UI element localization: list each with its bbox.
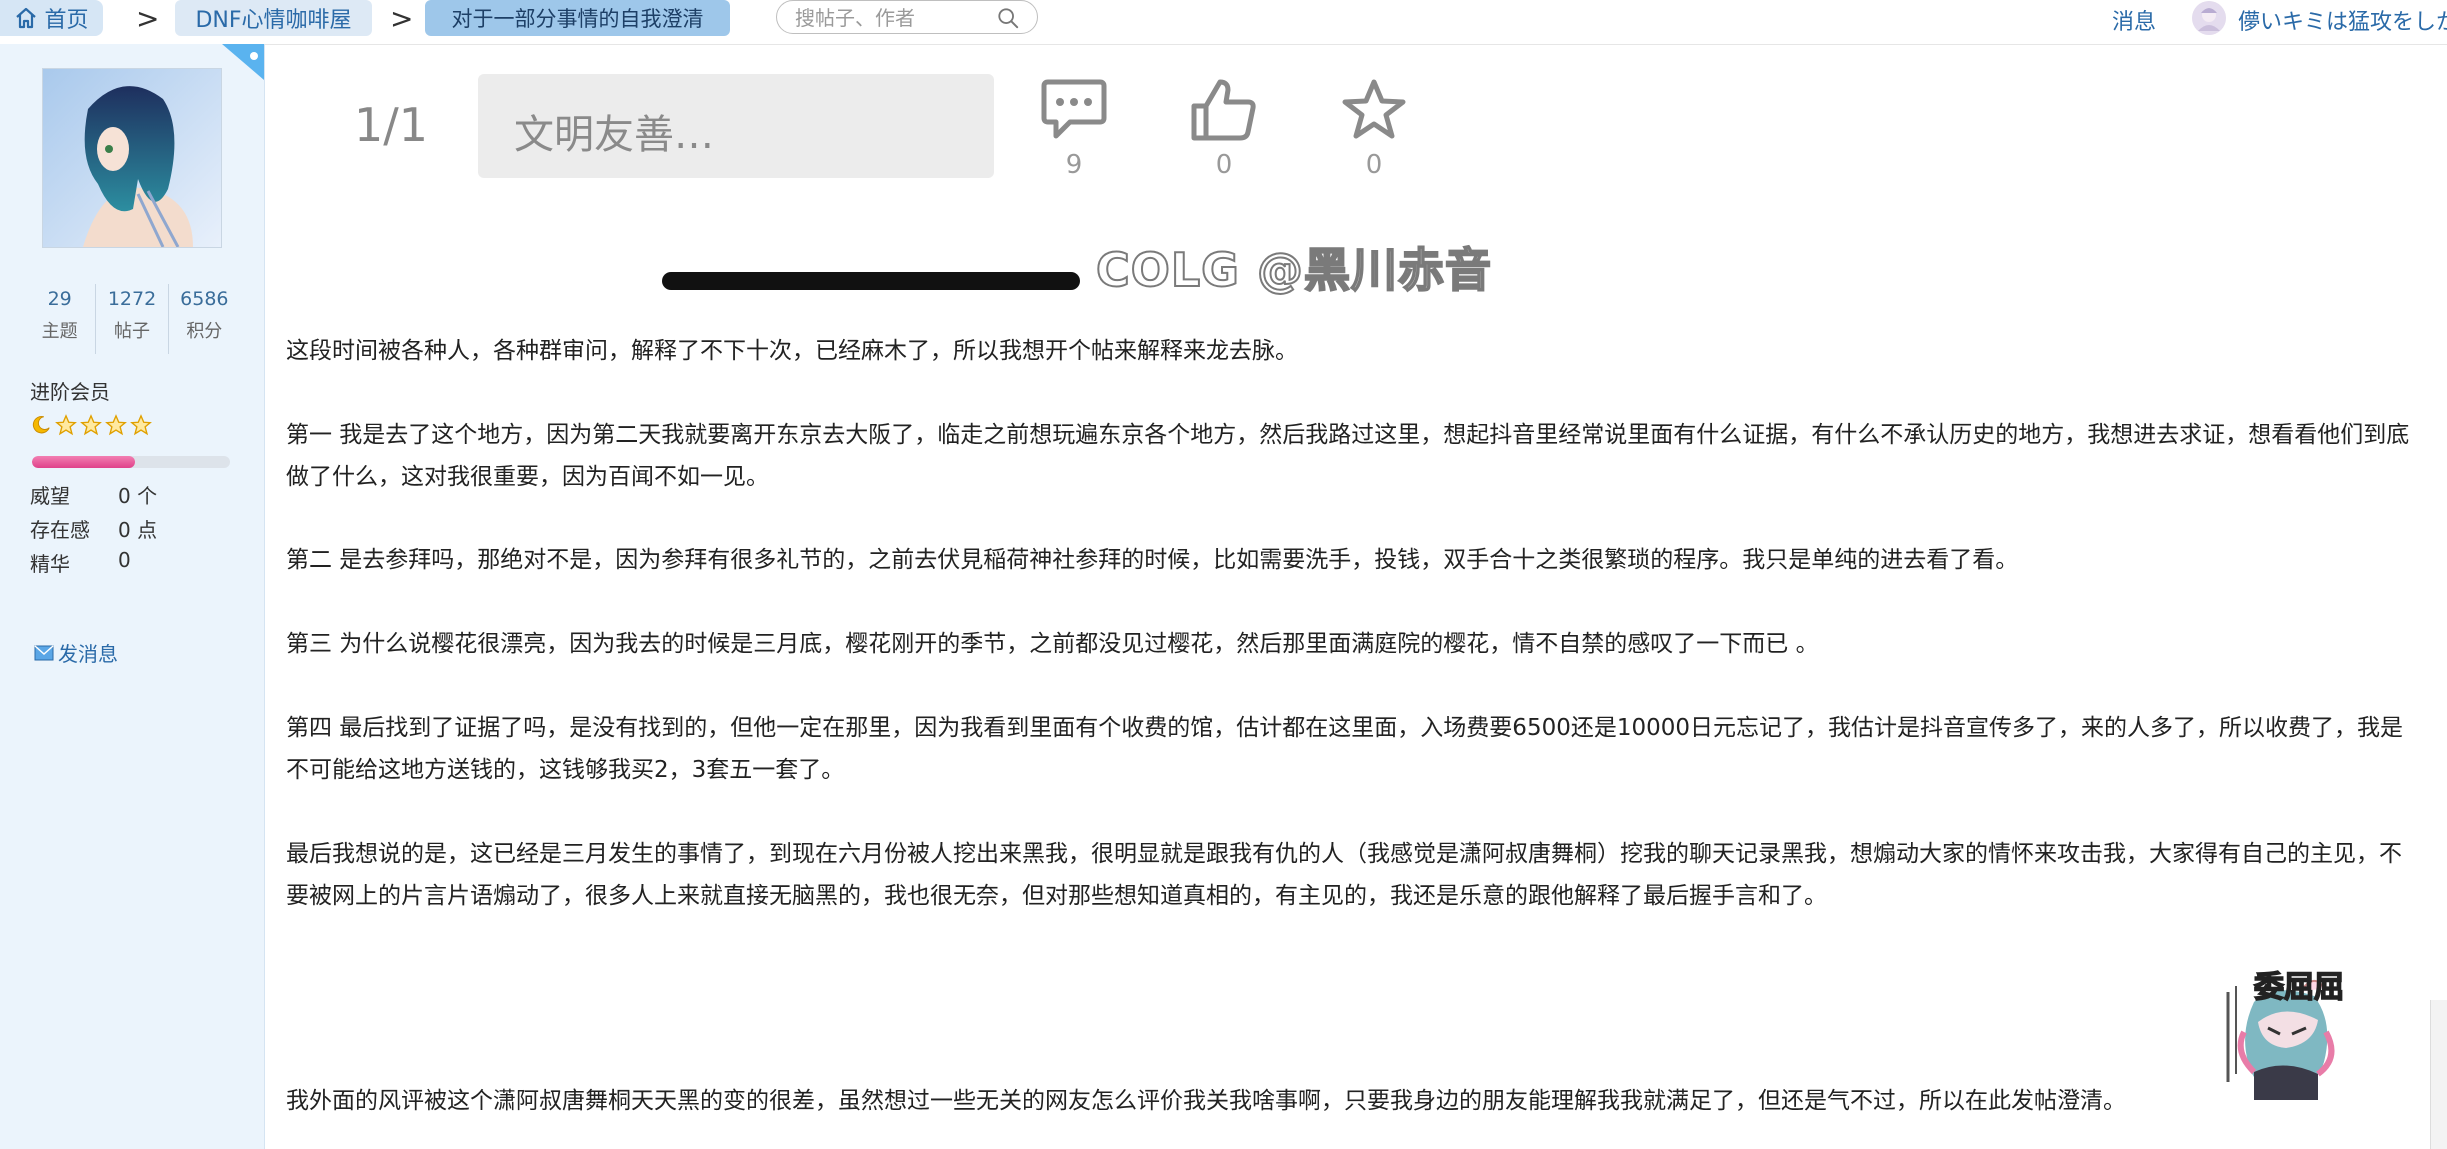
star-icon <box>55 414 77 436</box>
stat-threads[interactable]: 29 主题 <box>24 284 97 354</box>
field-key: 威望 <box>30 484 70 508</box>
sticker-caption: 委屈屈 <box>2253 969 2345 1006</box>
stat-value: 29 <box>47 288 72 310</box>
username-link[interactable]: 儚いキミは猛攻をしかけ <box>2238 4 2447 36</box>
image-watermark: COLG @黑川赤音 <box>1095 242 1492 298</box>
field-key: 存在感 <box>30 518 90 542</box>
star-icon <box>130 414 152 436</box>
breadcrumb-forum[interactable]: DNF心情咖啡屋 <box>175 0 372 36</box>
field-value: 0 点 <box>118 518 158 542</box>
chevron-right-icon: > <box>136 2 160 35</box>
reply-placeholder: 文明友善… <box>514 112 714 158</box>
send-message-label: 发消息 <box>58 642 118 666</box>
stat-label: 主题 <box>41 321 78 342</box>
favorite-button[interactable]: 0 <box>1334 78 1414 180</box>
page-indicator: 1/1 <box>354 98 429 152</box>
rank-progress-fill <box>32 456 135 468</box>
send-message-link[interactable]: 发消息 <box>34 638 118 667</box>
post-paragraph: 第四 最后找到了证据了吗，是没有找到的，但他一定在那里，因为我看到里面有个收费的… <box>286 715 2404 783</box>
author-sidebar: 29 主题 1272 帖子 6586 积分 进阶会员 威望 0 个 存在感 0 … <box>0 44 265 1149</box>
author-stats: 29 主题 1272 帖子 6586 积分 <box>24 284 240 354</box>
thumbs-up-icon <box>1191 79 1256 141</box>
reply-input[interactable]: 文明友善… <box>478 74 994 178</box>
chevron-right-icon: > <box>390 2 414 35</box>
post-paragraph: 第一 我是去了这个地方，因为第二天我就要离开东京去大阪了，临走之前想玩遍东京各个… <box>286 422 2410 490</box>
stat-posts[interactable]: 1272 帖子 <box>96 284 169 354</box>
post-paragraph: 我外面的风评被这个潇阿叔唐舞桐天天黑的变的很差，虽然想过一些无关的网友怎么评价我… <box>286 1088 2126 1114</box>
home-icon <box>16 7 37 29</box>
comment-count: 9 <box>1065 150 1083 180</box>
star-icon <box>105 414 127 436</box>
post-paragraph: 最后我想说的是，这已经是三月发生的事情了，到现在六月份被人挖出来黑我，很明显就是… <box>286 841 2402 909</box>
stat-value: 1272 <box>107 288 157 310</box>
post-paragraph: 第二 是去参拜吗，那绝对不是，因为参拜有很多礼节的，之前去伏見稲荷神社参拜的时候… <box>286 547 2019 573</box>
mail-icon <box>34 644 54 660</box>
avatar-image <box>2192 1 2226 35</box>
horizontal-scroll-indicator[interactable] <box>662 272 1080 290</box>
breadcrumb-home-label: 首页 <box>44 8 89 33</box>
messages-link[interactable]: 消息 <box>2112 4 2156 36</box>
search-input[interactable] <box>793 5 987 31</box>
corner-badge-icon <box>222 44 264 80</box>
field-key: 精华 <box>30 552 70 576</box>
user-avatar[interactable] <box>2192 1 2226 35</box>
top-bar: 首页 > DNF心情咖啡屋 > 对于一部分事情的自我澄清 消息 儚いキミは猛攻を… <box>0 0 2447 45</box>
stat-points[interactable]: 6586 积分 <box>169 284 240 354</box>
comment-button[interactable]: 9 <box>1034 78 1114 180</box>
stat-label: 积分 <box>186 321 223 342</box>
post-paragraph: 第三 为什么说樱花很漂亮，因为我去的时候是三月底，樱花刚开的季节，之前都没见过樱… <box>286 631 1819 657</box>
star-outline-icon <box>1342 79 1406 139</box>
search-box <box>776 0 1038 34</box>
breadcrumb-thread[interactable]: 对于一部分事情的自我澄清 <box>425 0 730 36</box>
favorite-count: 0 <box>1365 150 1383 180</box>
moon-icon <box>32 416 50 434</box>
field-prestige: 威望 0 个 <box>30 480 157 509</box>
like-count: 0 <box>1215 150 1233 180</box>
vertical-scrollbar[interactable] <box>2430 1000 2447 1149</box>
post-paragraph: 这段时间被各种人，各种群审问，解释了不下十次，已经麻木了，所以我想开个帖来解释来… <box>286 338 1298 364</box>
star-icon <box>80 414 102 436</box>
field-value: 0 个 <box>118 484 158 508</box>
rank-progress-bar <box>32 456 230 468</box>
author-avatar[interactable] <box>42 68 222 248</box>
avatar-image <box>43 69 221 247</box>
field-presence: 存在感 0 点 <box>30 514 157 543</box>
like-button[interactable]: 0 <box>1184 78 1264 180</box>
breadcrumb-home[interactable]: 首页 <box>0 0 103 36</box>
member-rank: 进阶会员 <box>30 380 110 404</box>
stat-label: 帖子 <box>113 321 150 342</box>
field-value: 0 <box>118 548 131 572</box>
stat-value: 6586 <box>180 288 229 310</box>
search-icon[interactable] <box>997 7 1019 29</box>
rank-stars <box>30 414 152 436</box>
comment-icon <box>1041 79 1107 139</box>
field-essence: 精华 0 <box>30 548 131 577</box>
